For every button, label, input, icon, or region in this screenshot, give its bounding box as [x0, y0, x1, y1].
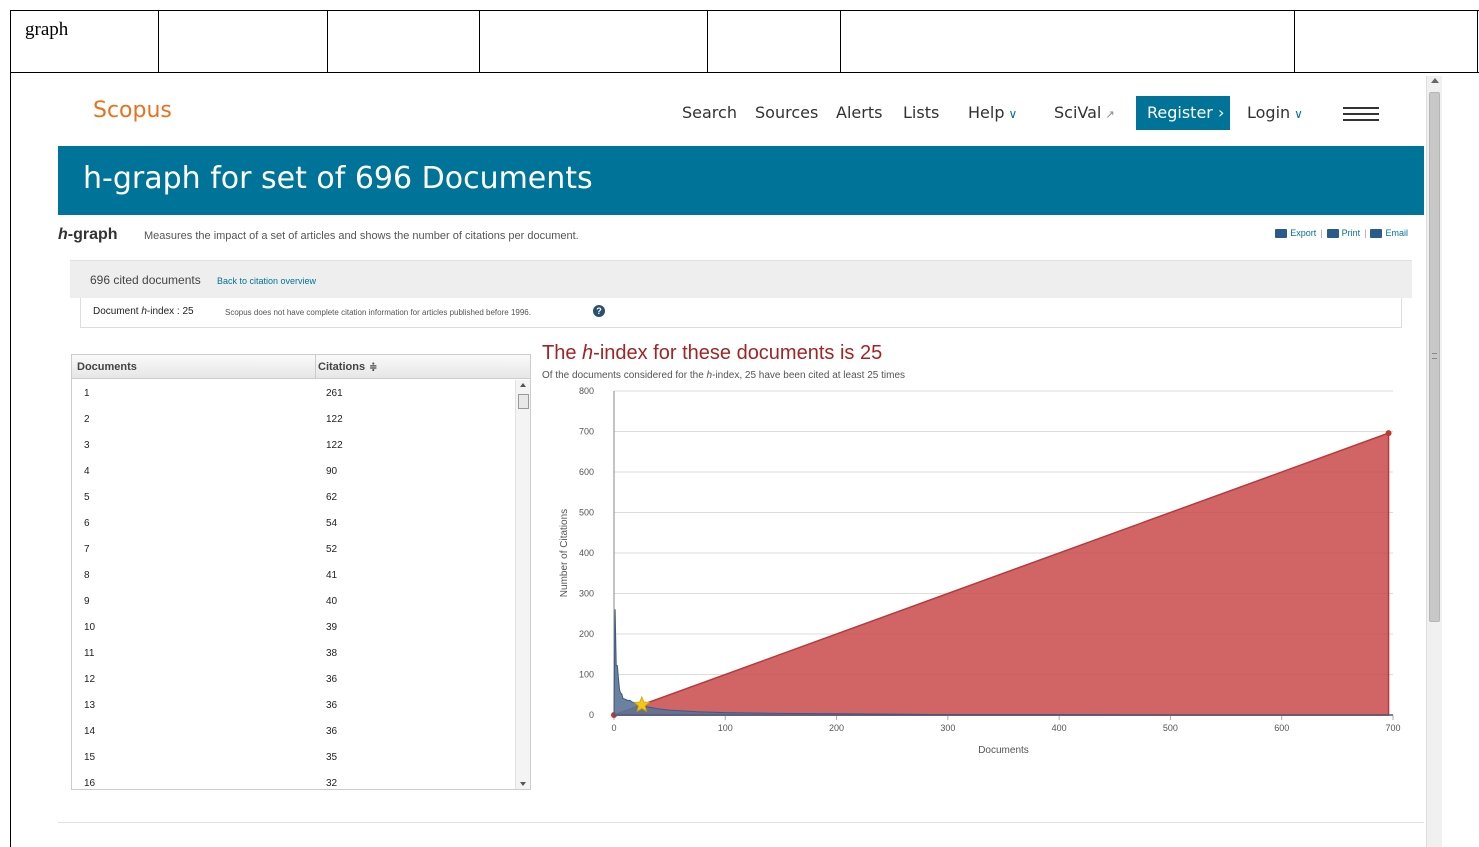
- y-tick-label: 800: [579, 386, 594, 396]
- y-axis-label: Number of Citations: [559, 509, 570, 597]
- outer-cell: [479, 11, 707, 72]
- footer-divider: [58, 822, 1424, 823]
- outer-table-row: graph: [10, 10, 1479, 73]
- x-tick-label: 700: [1385, 723, 1400, 733]
- reference-end-point: [1385, 430, 1392, 437]
- outer-cell: [840, 11, 1294, 72]
- x-tick-label: 600: [1274, 723, 1289, 733]
- reference-area: [613, 432, 1390, 716]
- x-tick-label: 400: [1052, 723, 1067, 733]
- outer-cell: [707, 11, 840, 72]
- x-tick-label: 100: [718, 723, 733, 733]
- y-tick-label: 100: [579, 670, 594, 680]
- hgraph-chart: 0 100 200 300 400 500 600 700 800 0 100 200 300 400 50…: [559, 386, 1401, 756]
- x-tick-label: 0: [611, 723, 616, 733]
- x-axis-label: Documents: [978, 745, 1029, 756]
- y-tick-label: 500: [579, 508, 594, 518]
- outer-table-border: [10, 73, 11, 847]
- y-tick-label: 600: [579, 467, 594, 477]
- x-tick-label: 500: [1163, 723, 1178, 733]
- y-tick-label: 700: [579, 427, 594, 437]
- y-tick-label: 400: [579, 548, 594, 558]
- outer-cell: [158, 11, 327, 72]
- x-tick-label: 300: [940, 723, 955, 733]
- outer-cell: [327, 11, 479, 72]
- page-scrollbar[interactable]: [1426, 76, 1442, 847]
- y-tick-label: 0: [589, 710, 594, 720]
- x-tick-label: 200: [829, 723, 844, 733]
- outer-cell-label: graph: [10, 11, 158, 72]
- outer-cell: [1294, 11, 1478, 72]
- y-tick-label: 300: [579, 589, 594, 599]
- y-tick-label: 200: [579, 629, 594, 639]
- scopus-page: Scopus Search Sources Alerts Lists Help ∨…: [58, 76, 1424, 847]
